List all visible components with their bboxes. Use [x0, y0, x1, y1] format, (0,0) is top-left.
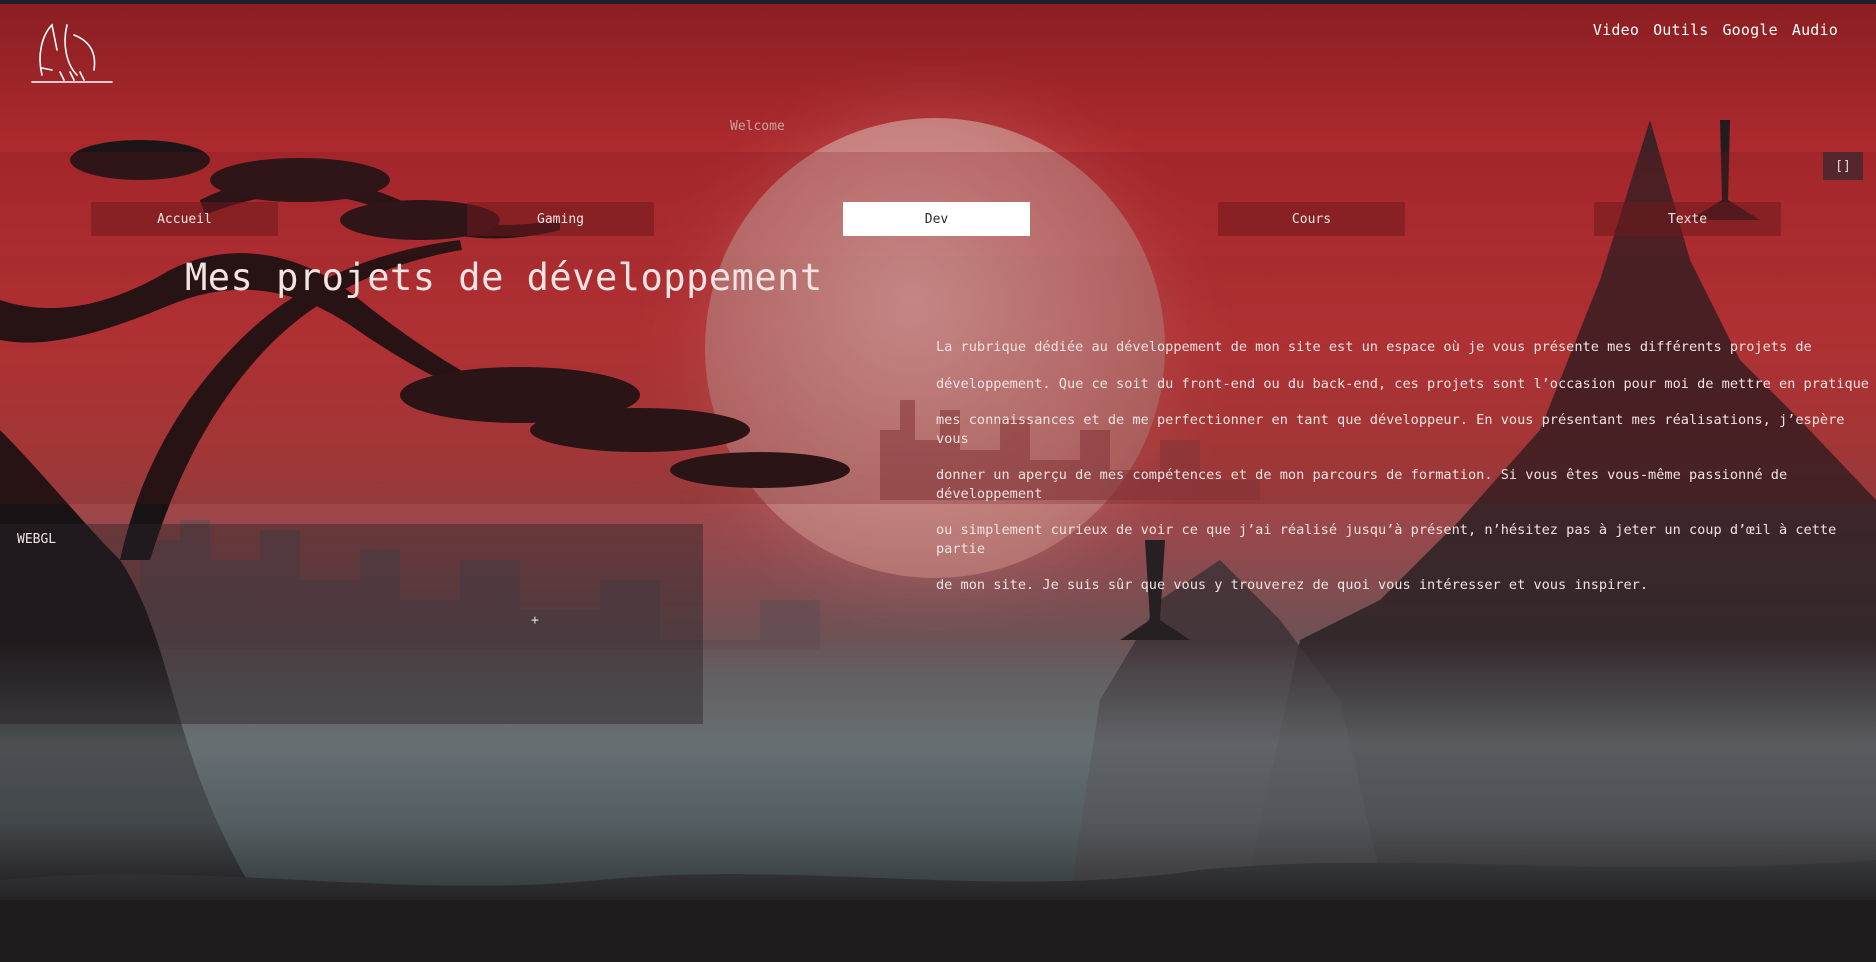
nav-google[interactable]: Google [1722, 21, 1777, 39]
description-line: de mon site. Je suis sûr que vous y trou… [936, 577, 1649, 594]
description-line: donner un aperçu de mes compétences et d… [936, 467, 1788, 502]
description-line: développement. Que ce soit du front-end … [936, 375, 1869, 392]
description-line: ou simplement curieux de voir ce que j’a… [936, 522, 1837, 557]
description-line: La rubrique dédiée au développement de m… [936, 339, 1812, 356]
nav-audio[interactable]: Audio [1792, 21, 1838, 39]
nav-video[interactable]: Video [1593, 21, 1639, 39]
tab-gaming[interactable]: Gaming [467, 202, 654, 236]
nav-outils[interactable]: Outils [1653, 21, 1708, 39]
description: La rubrique dédiée au développement de m… [936, 320, 1876, 613]
webgl-label: WEBGL [17, 532, 57, 547]
tab-dev[interactable]: Dev [843, 202, 1030, 236]
tab-accueil[interactable]: Accueil [91, 202, 278, 236]
webgl-canvas[interactable] [0, 524, 703, 724]
tab-cours[interactable]: Cours [1218, 202, 1405, 236]
fullscreen-button[interactable]: [] [1823, 152, 1863, 180]
tab-texte[interactable]: Texte [1594, 202, 1781, 236]
top-nav: Video Outils Google Audio [1593, 21, 1838, 39]
logo-icon[interactable] [12, 20, 116, 90]
top-border [0, 0, 1876, 4]
welcome-text: Welcome [730, 119, 785, 134]
description-line: mes connaissances et de me perfectionner… [936, 412, 1845, 447]
page-title: Mes projets de développement [185, 256, 823, 299]
crosshair-icon: + [531, 613, 539, 628]
